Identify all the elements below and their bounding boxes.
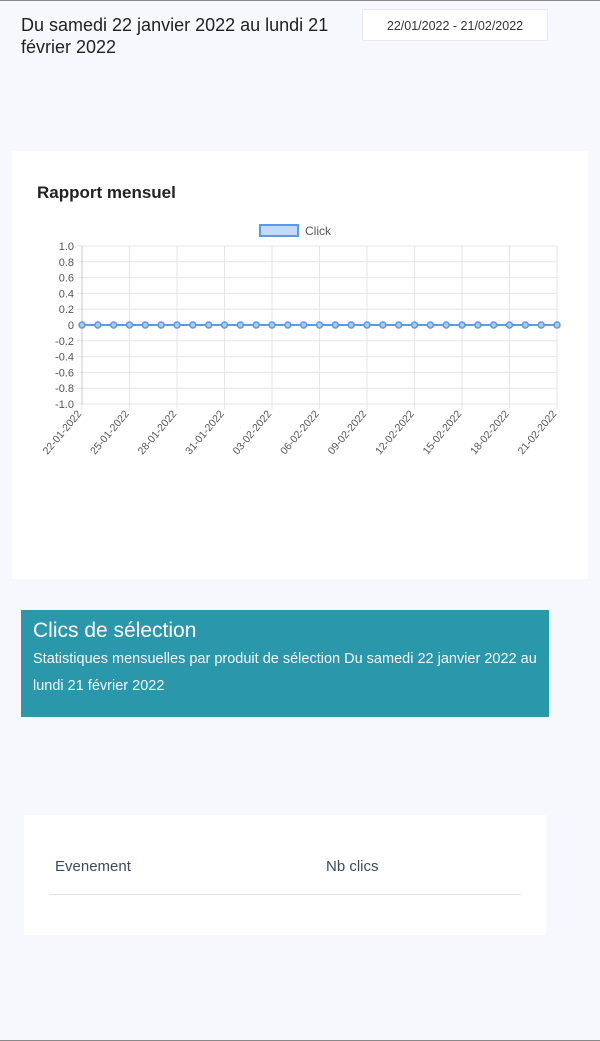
x-tick-label: 25-01-2022 xyxy=(88,408,132,457)
data-point xyxy=(505,321,514,329)
data-point xyxy=(521,321,530,329)
data-point xyxy=(141,321,150,329)
data-point xyxy=(489,321,498,329)
data-point xyxy=(173,321,181,329)
x-tick-label: 06-02-2022 xyxy=(278,408,322,457)
y-tick-label: -1.0 xyxy=(55,399,74,411)
data-point xyxy=(537,321,545,329)
y-tick-label: 0.4 xyxy=(59,288,74,300)
data-point xyxy=(78,321,86,329)
table-header: Evenement Nb clics xyxy=(49,850,521,895)
x-tick-label: 22-01-2022 xyxy=(41,408,85,457)
data-point xyxy=(252,321,260,329)
column-header-clicks[interactable]: Nb clics xyxy=(326,858,379,875)
y-tick-label: 1.0 xyxy=(59,241,74,253)
selection-clicks-banner: Clics de sélection Statistiques mensuell… xyxy=(21,610,549,717)
data-point xyxy=(94,321,102,329)
y-tick-label: 0.8 xyxy=(59,257,74,269)
y-tick-label: -0.8 xyxy=(55,383,74,395)
data-point xyxy=(426,321,435,329)
data-point xyxy=(394,321,403,329)
legend-label: Click xyxy=(305,224,332,238)
x-tick-label: 12-02-2022 xyxy=(373,408,417,457)
data-point xyxy=(125,321,134,329)
date-range-picker[interactable]: 22/01/2022 - 21/02/2022 xyxy=(362,9,548,41)
x-tick-label: 18-02-2022 xyxy=(468,408,512,457)
data-point xyxy=(442,321,450,329)
data-point xyxy=(204,321,213,329)
data-point xyxy=(157,321,165,329)
y-tick-label: -0.6 xyxy=(55,367,74,379)
data-point xyxy=(220,321,229,329)
data-point xyxy=(299,321,308,329)
y-tick-label: -0.4 xyxy=(55,352,74,364)
selection-subtitle: Statistiques mensuelles par produit de s… xyxy=(33,651,537,694)
data-point xyxy=(474,321,482,329)
data-point xyxy=(315,321,324,329)
data-point xyxy=(109,321,118,329)
y-tick-label: 0.6 xyxy=(59,273,74,285)
data-point xyxy=(236,321,245,329)
data-point xyxy=(410,321,419,329)
data-point xyxy=(379,321,387,329)
selection-title: Clics de sélection xyxy=(33,619,197,642)
x-tick-label: 03-02-2022 xyxy=(231,408,275,457)
data-point xyxy=(189,321,197,329)
clicks-table: Evenement Nb clics xyxy=(24,815,546,935)
data-point xyxy=(331,321,340,329)
data-point xyxy=(363,321,371,329)
y-tick-label: -0.2 xyxy=(55,336,74,348)
column-header-event[interactable]: Evenement xyxy=(55,858,131,875)
period-title: Du samedi 22 janvier 2022 au lundi 21 fé… xyxy=(21,15,329,57)
x-tick-label: 21-02-2022 xyxy=(516,408,560,457)
data-point xyxy=(553,321,561,329)
x-tick-label: 09-02-2022 xyxy=(326,408,370,457)
monthly-report-card: Rapport mensuel 1.0 0.8 0.6 0.4 0.2 0 -0.2 -0.4… xyxy=(12,151,588,579)
x-tick-label: 28-01-2022 xyxy=(136,408,180,457)
y-tick-label: 0 xyxy=(68,320,74,332)
y-tick-label: 0.2 xyxy=(59,304,74,316)
line-chart: 1.0 0.8 0.6 0.4 0.2 0 -0.2 -0.4 -0.6 -0.8 -1.022-0… xyxy=(41,224,561,457)
x-tick-label: 31-01-2022 xyxy=(183,408,227,457)
legend-swatch xyxy=(259,224,299,237)
data-point xyxy=(347,321,355,329)
data-point xyxy=(284,321,292,329)
x-tick-label: 15-02-2022 xyxy=(421,408,465,457)
data-point xyxy=(268,321,276,329)
data-point xyxy=(458,321,466,329)
